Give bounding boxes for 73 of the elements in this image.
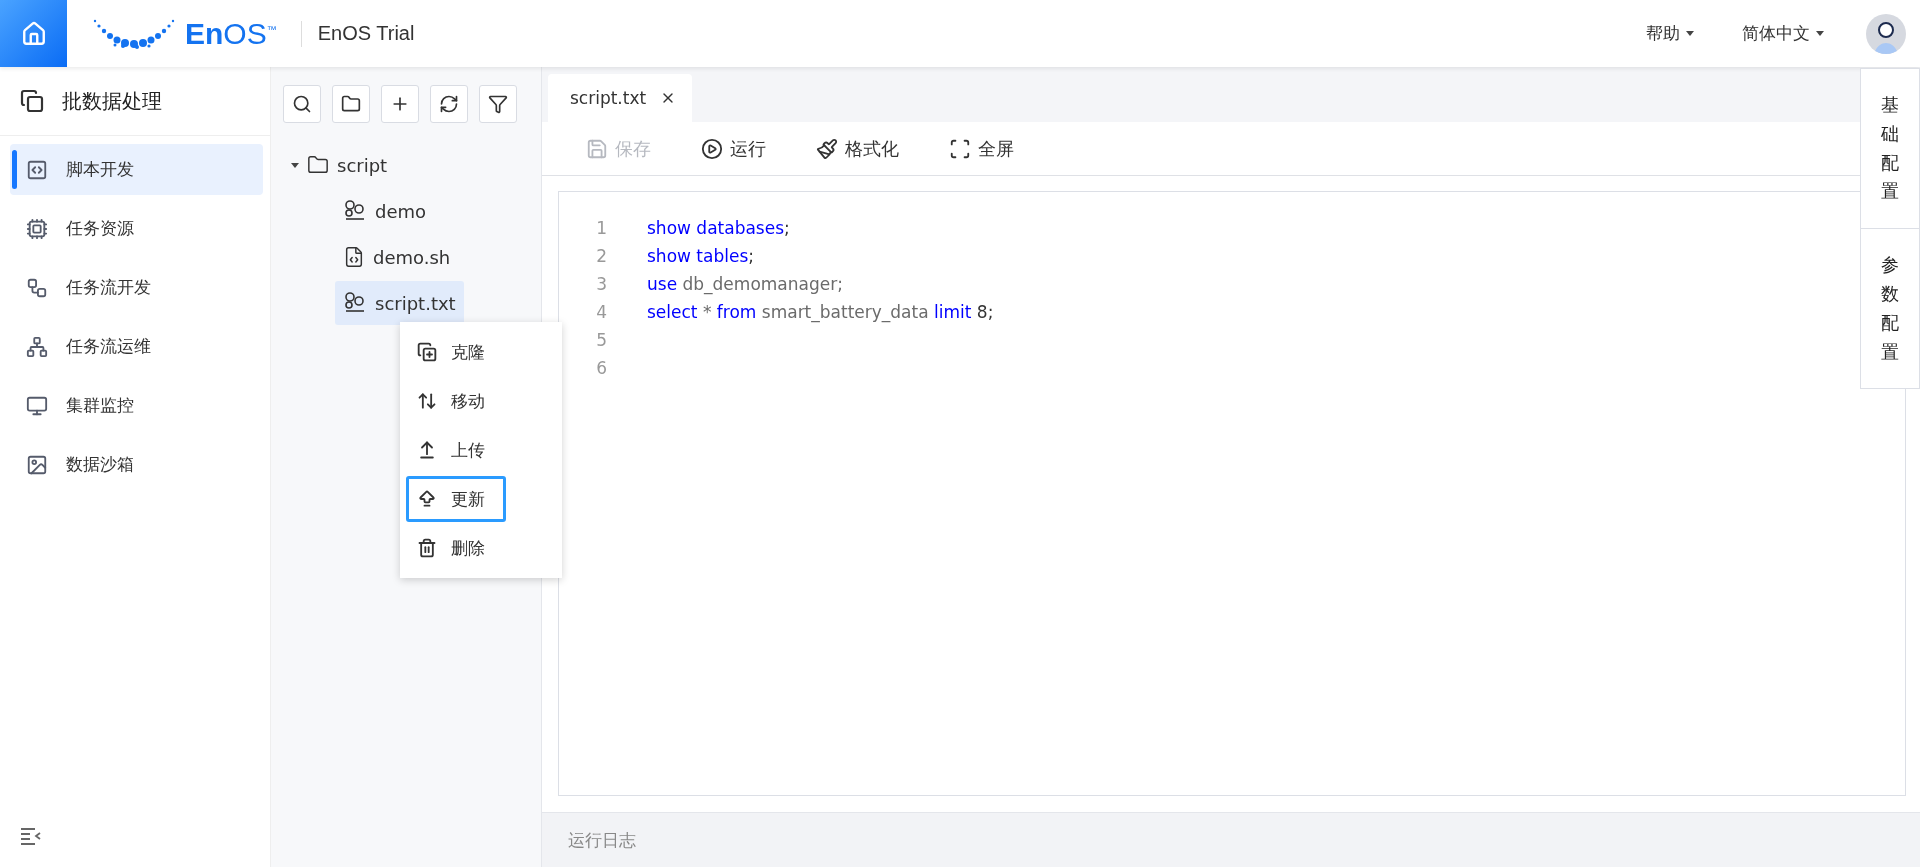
chip-icon [26,217,48,240]
brush-icon [816,137,838,160]
nav-item[interactable]: 任务流运维 [10,321,263,372]
search-button[interactable] [283,85,321,123]
line-number: 4 [595,302,607,322]
plus-button[interactable] [381,85,419,123]
logo-text: EnOS$^{™}$ [185,16,277,51]
line-number: 1 [595,218,607,238]
nav-item[interactable]: 脚本开发 [10,144,263,195]
arrow-up-icon [417,489,437,509]
tree-item[interactable]: script [283,143,396,187]
folder-button[interactable] [332,85,370,123]
code-line: show databases; [647,218,790,238]
nav-item[interactable]: 集群监控 [10,380,263,431]
sidebar-title: 批数据处理 [62,87,162,115]
filter-icon [488,94,508,114]
menu-item[interactable]: 删除 [406,525,506,571]
script-file-icon [343,246,365,268]
line-number: 3 [595,274,607,294]
caret-icon [1686,31,1694,36]
toolbar-button[interactable]: 全屏 [943,135,1020,162]
hive-icon [343,291,367,315]
filter-button[interactable] [479,85,517,123]
caret-icon[interactable] [291,162,299,168]
search-icon [292,94,312,114]
save-icon [586,137,608,160]
play-icon [701,137,723,160]
folder-icon [307,154,329,176]
nav-item[interactable]: 数据沙箱 [10,439,263,490]
menu-item[interactable]: 上传 [406,427,506,473]
toolbar-button[interactable]: 运行 [695,135,772,162]
tree-item[interactable]: demo [335,189,435,233]
upload-icon [417,440,437,460]
code-line: select * from smart_battery_data limit 8; [647,302,994,322]
code-line: use db_demomanager; [647,274,843,294]
hive-icon [343,199,367,223]
menu-item[interactable]: 更新 [406,476,506,522]
layers-icon [20,89,44,113]
fullscreen-icon [949,137,971,160]
code-line: show tables; [647,246,754,266]
nav-item[interactable]: 任务流开发 [10,262,263,313]
line-number: 2 [595,246,607,266]
menu-item[interactable]: 移动 [406,378,506,424]
menu-item[interactable]: 克隆 [406,329,506,375]
network-icon [26,335,48,358]
home-button[interactable] [0,0,67,67]
tree-item[interactable]: demo.sh [335,235,459,279]
monitor-icon [26,394,48,417]
refresh-button[interactable] [430,85,468,123]
folder-icon [341,94,361,114]
dots-arc-icon [93,18,175,49]
line-number: 5 [595,330,607,350]
side-panel-tab[interactable]: 基础配置 [1861,69,1919,230]
header-menu[interactable]: 帮助 [1640,21,1700,46]
line-number: 6 [595,358,607,378]
editor-tab[interactable]: script.txt [548,74,693,122]
up-down-arrows-icon [417,391,437,411]
collapse-menu-icon[interactable] [20,827,42,845]
app-title: EnOS Trial [317,22,415,45]
image-icon [26,453,48,476]
toolbar-button[interactable]: 格式化 [810,135,905,162]
header-menu[interactable]: 简体中文 [1736,21,1830,46]
caret-icon [1816,31,1824,36]
refresh-icon [439,94,459,114]
workflow-icon [26,276,48,299]
trash-icon [417,538,437,558]
copy-plus-icon [417,342,437,362]
tree-item[interactable]: script.txt [335,281,464,325]
user-avatar[interactable] [1866,13,1906,54]
home-icon [20,20,47,47]
nav-item[interactable]: 任务资源 [10,203,263,254]
log-label: 运行日志 [568,828,636,852]
code-icon [26,158,48,181]
